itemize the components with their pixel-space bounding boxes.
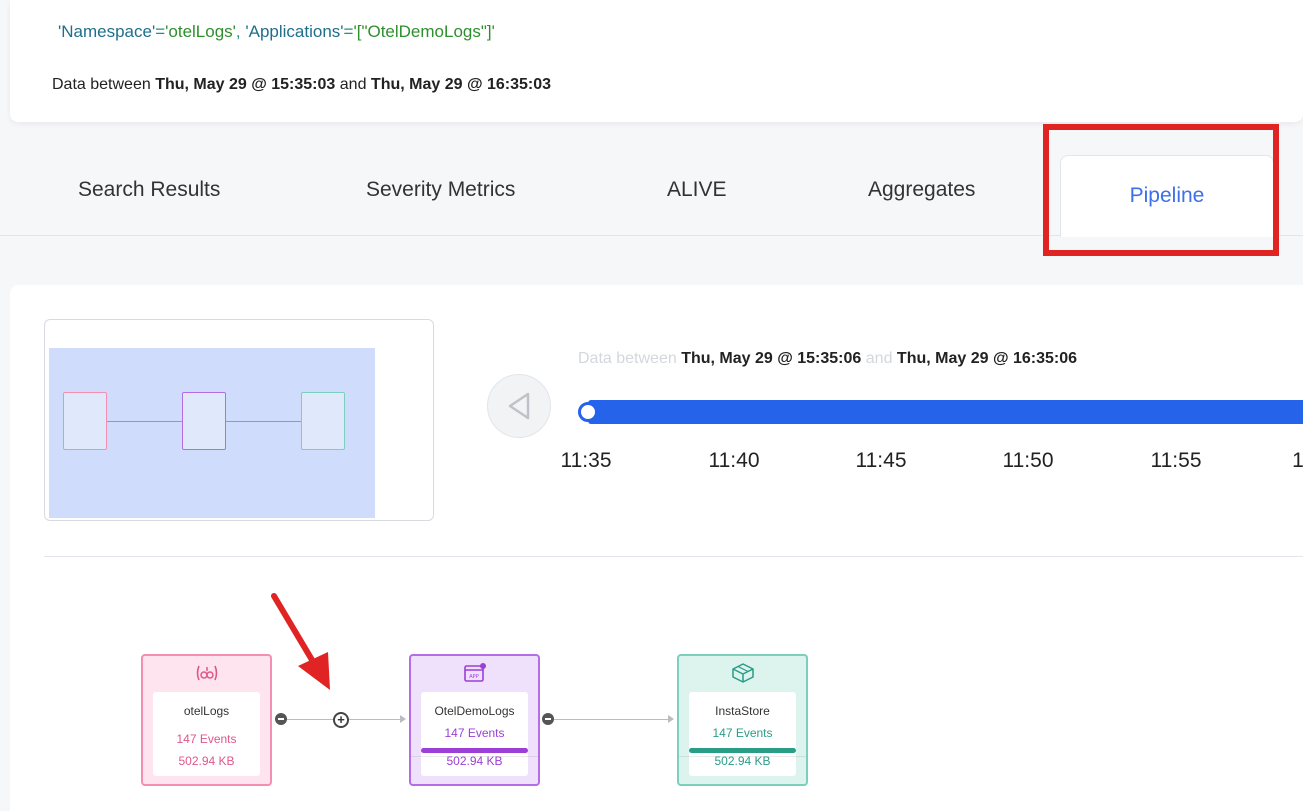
node-size: 502.94 KB xyxy=(446,754,503,768)
timeline-back-button[interactable] xyxy=(487,374,551,438)
red-arrow-annotation xyxy=(271,593,330,690)
pipeline-page: 'Namespace'='otelLogs', 'Applications'='… xyxy=(0,0,1303,811)
tab-aggregates[interactable]: Aggregates xyxy=(868,178,975,202)
tab-pipeline-label: Pipeline xyxy=(1129,184,1205,207)
tab-alive[interactable]: ALIVE xyxy=(667,178,727,202)
app-icon: APP xyxy=(463,663,486,682)
query-filter: 'Namespace'='otelLogs', 'Applications'='… xyxy=(58,22,495,42)
store-icon xyxy=(731,663,754,683)
minimap-node xyxy=(182,392,226,450)
minimap-edge xyxy=(107,421,182,422)
tab-severity-metrics[interactable]: Severity Metrics xyxy=(366,178,515,202)
timeline-tick: 11:35 xyxy=(560,449,612,472)
minimap-edge xyxy=(226,421,301,422)
panel-divider xyxy=(44,556,1303,557)
timeline-range-prefix: Data between xyxy=(578,350,677,367)
equals-sign: = xyxy=(343,22,354,41)
node-body: InstaStore 147 Events 502.94 KB xyxy=(679,692,806,776)
applications-key: 'Applications' xyxy=(245,22,344,41)
node-usage-bar xyxy=(689,748,796,753)
range-start: Thu, May 29 @ 15:35:03 xyxy=(155,76,336,93)
timeline-range-start: Thu, May 29 @ 15:35:06 xyxy=(681,350,862,367)
node-size: 502.94 KB xyxy=(714,754,771,768)
pipeline-node-namespace[interactable]: otelLogs 147 Events 502.94 KB xyxy=(141,654,272,786)
triangle-left-icon xyxy=(508,392,530,420)
minimap-viewport xyxy=(49,348,375,518)
node-body: OtelDemoLogs 147 Events 502.94 KB xyxy=(411,692,538,776)
namespace-value: 'otelLogs' xyxy=(165,22,236,41)
pipeline-node-store[interactable]: InstaStore 147 Events 502.94 KB xyxy=(677,654,808,786)
timeline-range-end: Thu, May 29 @ 16:35:06 xyxy=(896,350,1078,367)
timeline-tick: 1 xyxy=(1292,449,1303,472)
tab-pipeline[interactable]: Pipeline xyxy=(1060,155,1274,237)
data-range: Data between Thu, May 29 @ 15:35:03 and … xyxy=(52,76,551,94)
node-events: 147 Events xyxy=(444,726,505,740)
range-end: Thu, May 29 @ 16:35:03 xyxy=(370,76,552,93)
node-name: OtelDemoLogs xyxy=(434,704,515,718)
timeline-range-and: and xyxy=(865,350,893,367)
timeline-slider[interactable] xyxy=(578,398,1303,426)
pipeline-node-application[interactable]: APP OtelDemoLogs 147 Events 502.94 KB xyxy=(409,654,540,786)
pipeline-minimap[interactable] xyxy=(44,319,434,521)
equals-sign: = xyxy=(155,22,166,41)
minimap-node xyxy=(63,392,107,450)
add-node-button[interactable]: + xyxy=(333,712,349,728)
node-events: 147 Events xyxy=(712,726,773,740)
collapse-port-icon[interactable] xyxy=(542,713,554,725)
edge-arrow-icon xyxy=(400,715,406,723)
node-name: InstaStore xyxy=(715,704,770,718)
timeline-tick: 11:40 xyxy=(708,449,760,472)
minimap-node xyxy=(301,392,345,450)
pipeline-edge xyxy=(554,719,670,720)
tab-bar: Search Results Severity Metrics ALIVE Ag… xyxy=(0,150,1303,237)
svg-text:APP: APP xyxy=(469,674,478,680)
pipeline-panel: Data between Thu, May 29 @ 15:35:06 and … xyxy=(10,285,1303,811)
timeline-tick: 11:55 xyxy=(1150,449,1202,472)
node-body: otelLogs 147 Events 502.94 KB xyxy=(153,692,260,776)
timeline-selected-range[interactable] xyxy=(588,400,1303,424)
edge-arrow-icon xyxy=(668,715,674,723)
node-events: 147 Events xyxy=(176,732,237,746)
timeline-start-handle[interactable] xyxy=(578,402,598,422)
timeline-range: Data between Thu, May 29 @ 15:35:06 and … xyxy=(578,350,1077,368)
range-and: and xyxy=(339,76,367,93)
node-size: 502.94 KB xyxy=(178,754,235,768)
separator: , xyxy=(235,22,246,41)
timeline-tick: 11:50 xyxy=(1002,449,1054,472)
query-summary-card: 'Namespace'='otelLogs', 'Applications'='… xyxy=(10,0,1303,122)
namespace-key: 'Namespace' xyxy=(58,22,156,41)
applications-value: '["OtelDemoLogs"]' xyxy=(353,22,495,41)
timeline-tick: 11:45 xyxy=(855,449,907,472)
tab-search-results[interactable]: Search Results xyxy=(78,178,220,202)
range-prefix: Data between xyxy=(52,76,151,93)
collapse-port-icon[interactable] xyxy=(275,713,287,725)
node-usage-bar xyxy=(421,748,528,753)
namespace-icon xyxy=(196,665,217,681)
node-name: otelLogs xyxy=(183,704,230,718)
